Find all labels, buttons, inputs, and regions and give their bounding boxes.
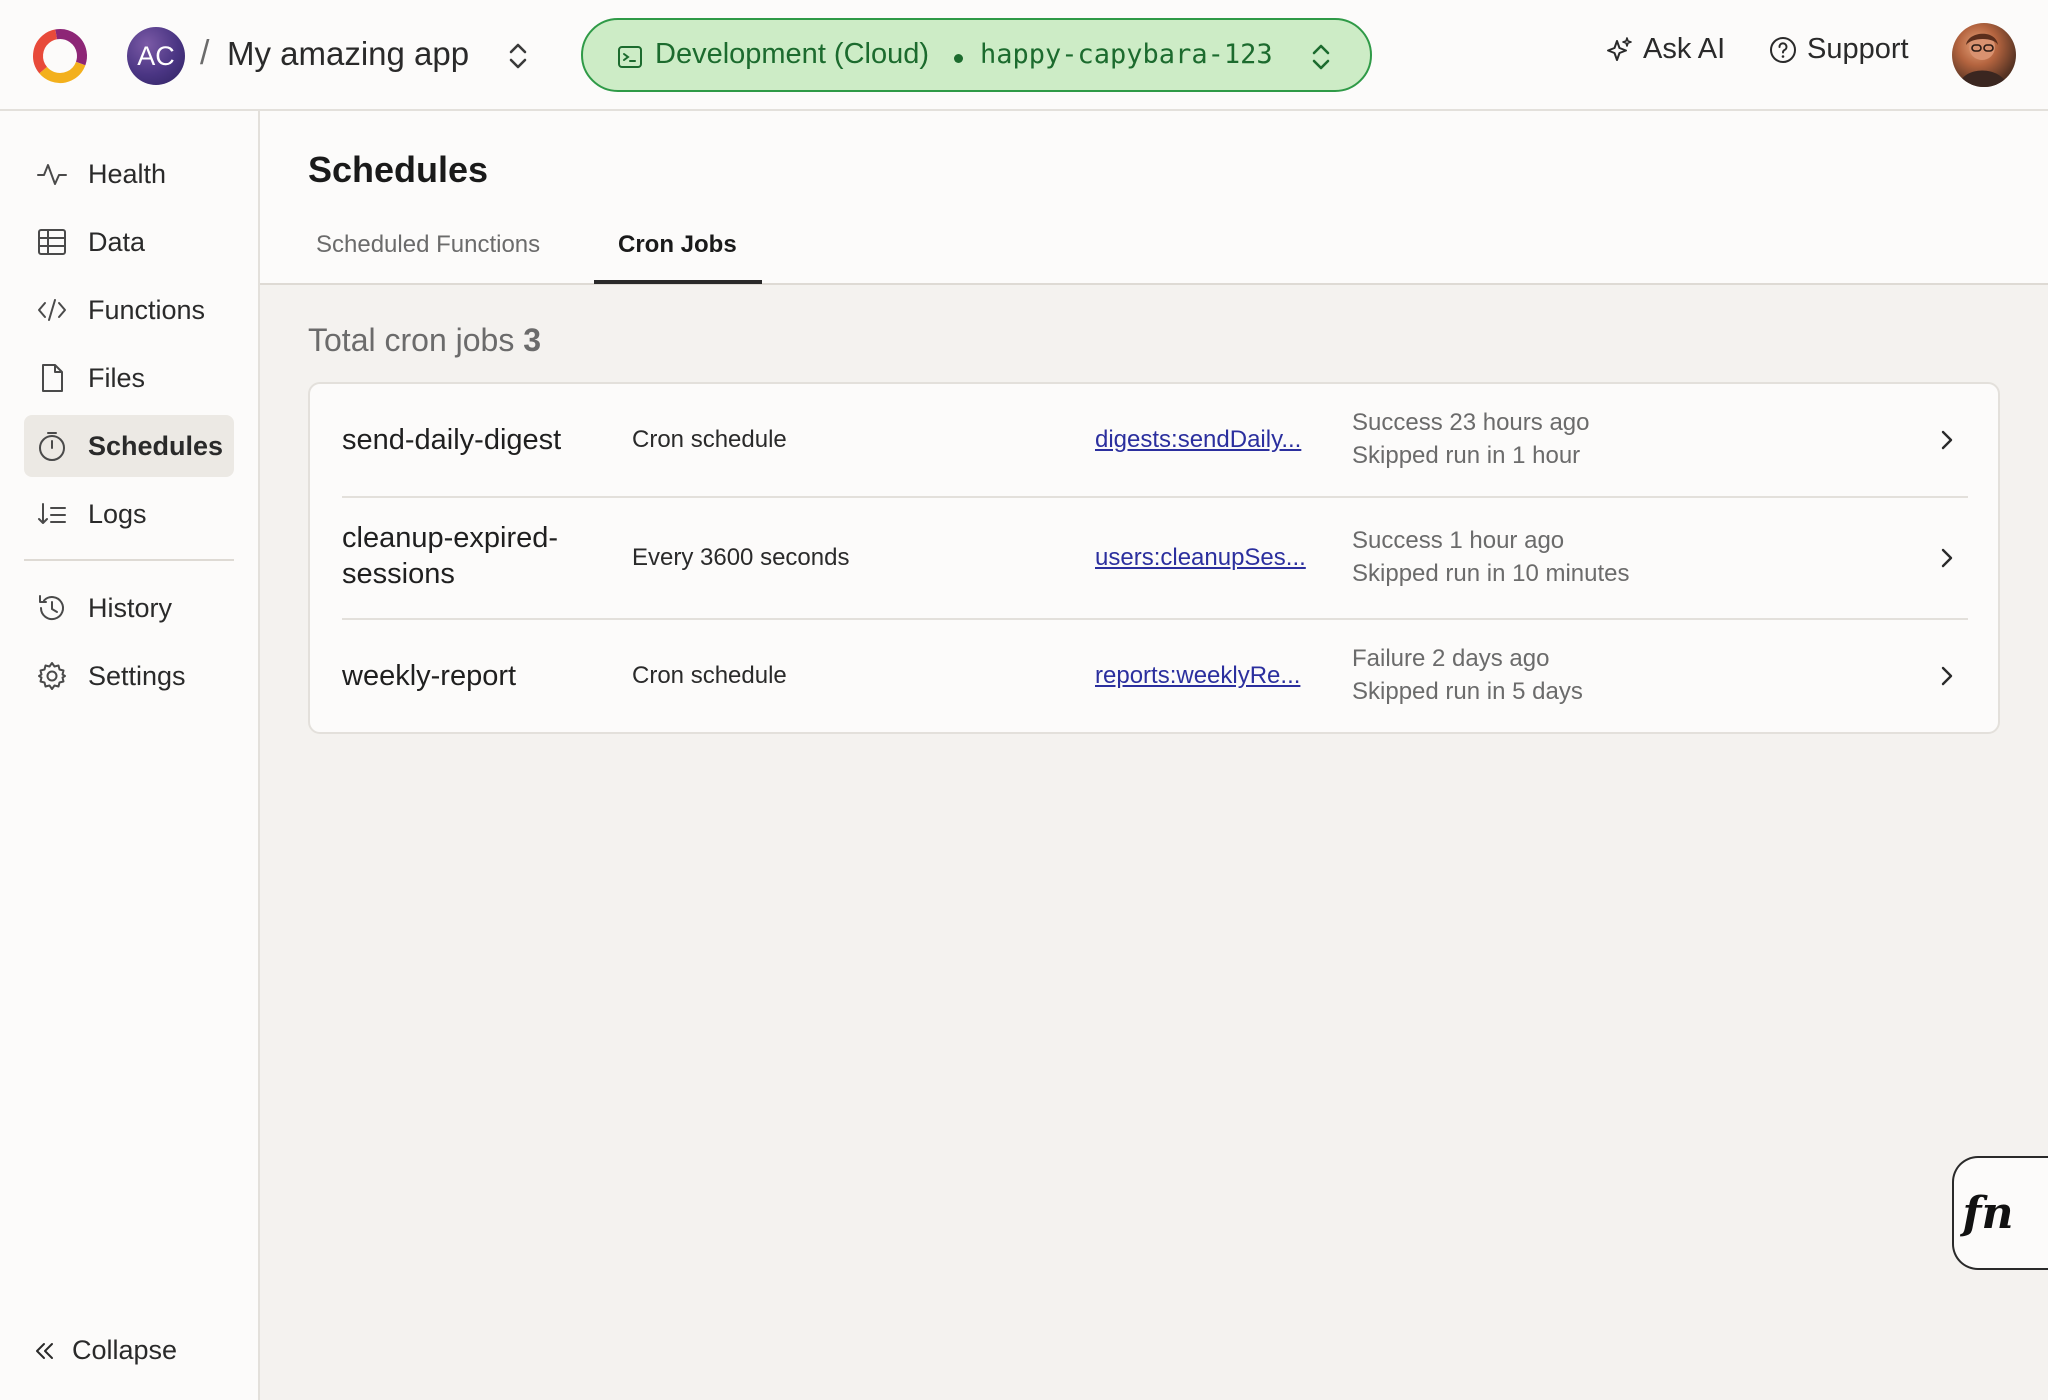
cron-job-name: send-daily-digest <box>342 424 562 456</box>
cron-job-next-run: Skipped run in 5 days <box>1352 678 1583 705</box>
support-label: Support <box>1807 33 1909 65</box>
chevron-right-icon[interactable] <box>1936 663 1958 689</box>
cron-job-schedule: Every 3600 seconds <box>632 544 850 571</box>
sidebar-item-logs[interactable]: Logs <box>24 483 234 545</box>
cron-job-name: cleanup-expired-sessions <box>342 522 559 590</box>
convex-logo-icon[interactable] <box>30 26 90 86</box>
table-icon <box>38 229 66 255</box>
cron-job-next-run: Skipped run in 1 hour <box>1352 442 1581 469</box>
total-cron-jobs: Total cron jobs 3 <box>308 322 541 359</box>
sidebar-item-label: Files <box>88 362 146 393</box>
cron-job-schedule: Cron schedule <box>632 426 787 453</box>
ask-ai-label: Ask AI <box>1643 33 1726 65</box>
sparkles-icon <box>1607 36 1632 61</box>
cron-job-name: weekly-report <box>342 660 517 692</box>
cron-job-row[interactable]: weekly-report Cron schedule reports:week… <box>342 620 1968 734</box>
collapse-sidebar-button[interactable]: Collapse <box>30 1335 177 1366</box>
cron-job-last-run: Failure 2 days ago <box>1352 645 1550 672</box>
cron-jobs-list: send-daily-digest Cron schedule digests:… <box>308 382 2000 734</box>
cron-job-last-run: Success 23 hours ago <box>1352 409 1590 436</box>
chevron-right-icon[interactable] <box>1936 545 1958 571</box>
deployment-name: happy-capybara-123 <box>980 39 1273 70</box>
tab-scheduled-functions[interactable]: Scheduled Functions <box>316 231 540 259</box>
sidebar-item-label: History <box>88 592 173 623</box>
collapse-label: Collapse <box>72 1335 178 1365</box>
team-avatar[interactable]: AC <box>127 27 185 85</box>
sidebar-item-settings[interactable]: Settings <box>24 645 234 707</box>
cron-job-function-link[interactable]: reports:weeklyRe... <box>1095 662 1300 690</box>
chevron-up-down-icon <box>1312 44 1330 70</box>
total-label: Total cron jobs <box>308 322 515 358</box>
stopwatch-icon <box>39 432 65 461</box>
cron-job-next-run: Skipped run in 10 minutes <box>1352 560 1630 587</box>
sidebar: Health Data Functions Files Schedules Lo… <box>0 111 260 1400</box>
chevron-right-icon[interactable] <box>1936 427 1958 453</box>
sidebar-item-schedules[interactable]: Schedules <box>24 415 234 477</box>
cron-job-last-run: Success 1 hour ago <box>1352 527 1565 554</box>
page-header: Schedules Scheduled Functions Cron Jobs <box>260 111 2048 285</box>
file-icon <box>42 364 63 392</box>
sidebar-item-health[interactable]: Health <box>24 143 234 205</box>
top-bar: AC / My amazing app Development (Cloud) … <box>0 0 2048 111</box>
sidebar-item-files[interactable]: Files <box>24 347 234 409</box>
sidebar-item-label: Functions <box>88 294 206 325</box>
sidebar-item-data[interactable]: Data <box>24 211 234 273</box>
cron-job-status: Failure 2 days ago Skipped run in 5 days <box>1352 642 1583 708</box>
cron-job-row[interactable]: cleanup-expired-sessions Every 3600 seco… <box>342 498 1968 618</box>
cron-job-function-link[interactable]: digests:sendDaily... <box>1095 426 1301 454</box>
sidebar-item-label: Schedules <box>88 430 224 461</box>
pulse-icon <box>37 164 67 185</box>
page-title: Schedules <box>308 149 489 190</box>
user-avatar[interactable] <box>1952 23 2016 87</box>
deployment-dot <box>954 54 963 63</box>
sidebar-item-label: Data <box>88 226 146 257</box>
sidebar-item-functions[interactable]: Functions <box>24 279 234 341</box>
user-photo-icon <box>1958 33 2008 87</box>
total-count: 3 <box>523 322 542 358</box>
history-icon <box>39 595 64 620</box>
deployment-type: Development (Cloud) <box>655 38 930 70</box>
breadcrumb-separator: / <box>200 34 210 72</box>
cron-job-status: Success 23 hours ago Skipped run in 1 ho… <box>1352 406 1589 472</box>
ask-ai-button[interactable]: Ask AI <box>1605 33 1725 66</box>
terminal-icon <box>618 46 642 68</box>
sidebar-item-label: Settings <box>88 660 186 691</box>
support-button[interactable]: Support <box>1769 33 1909 66</box>
active-tab-indicator <box>594 280 762 284</box>
sidebar-item-label: Health <box>88 158 167 189</box>
cron-job-function-link[interactable]: users:cleanupSes... <box>1095 544 1306 572</box>
sidebar-item-history[interactable]: History <box>24 577 234 639</box>
code-icon <box>38 299 66 321</box>
help-circle-icon <box>1770 36 1796 63</box>
chevrons-left-icon <box>36 1342 53 1359</box>
fn-label: fn <box>1962 1187 2014 1239</box>
cron-job-status: Success 1 hour ago Skipped run in 10 min… <box>1352 524 1630 590</box>
gear-icon <box>38 662 66 690</box>
team-initials: AC <box>137 40 175 71</box>
chevron-up-down-icon[interactable] <box>505 40 531 72</box>
sidebar-item-label: Logs <box>88 498 147 529</box>
sidebar-divider <box>24 559 234 561</box>
project-name[interactable]: My amazing app <box>227 35 469 73</box>
function-runner-button[interactable]: fn <box>1952 1156 2048 1270</box>
deployment-selector[interactable]: Development (Cloud) happy-capybara-123 <box>581 18 1372 92</box>
logs-icon <box>38 503 66 524</box>
cron-job-row[interactable]: send-daily-digest Cron schedule digests:… <box>342 384 1968 496</box>
tab-cron-jobs[interactable]: Cron Jobs <box>618 231 737 259</box>
cron-job-schedule: Cron schedule <box>632 662 787 689</box>
